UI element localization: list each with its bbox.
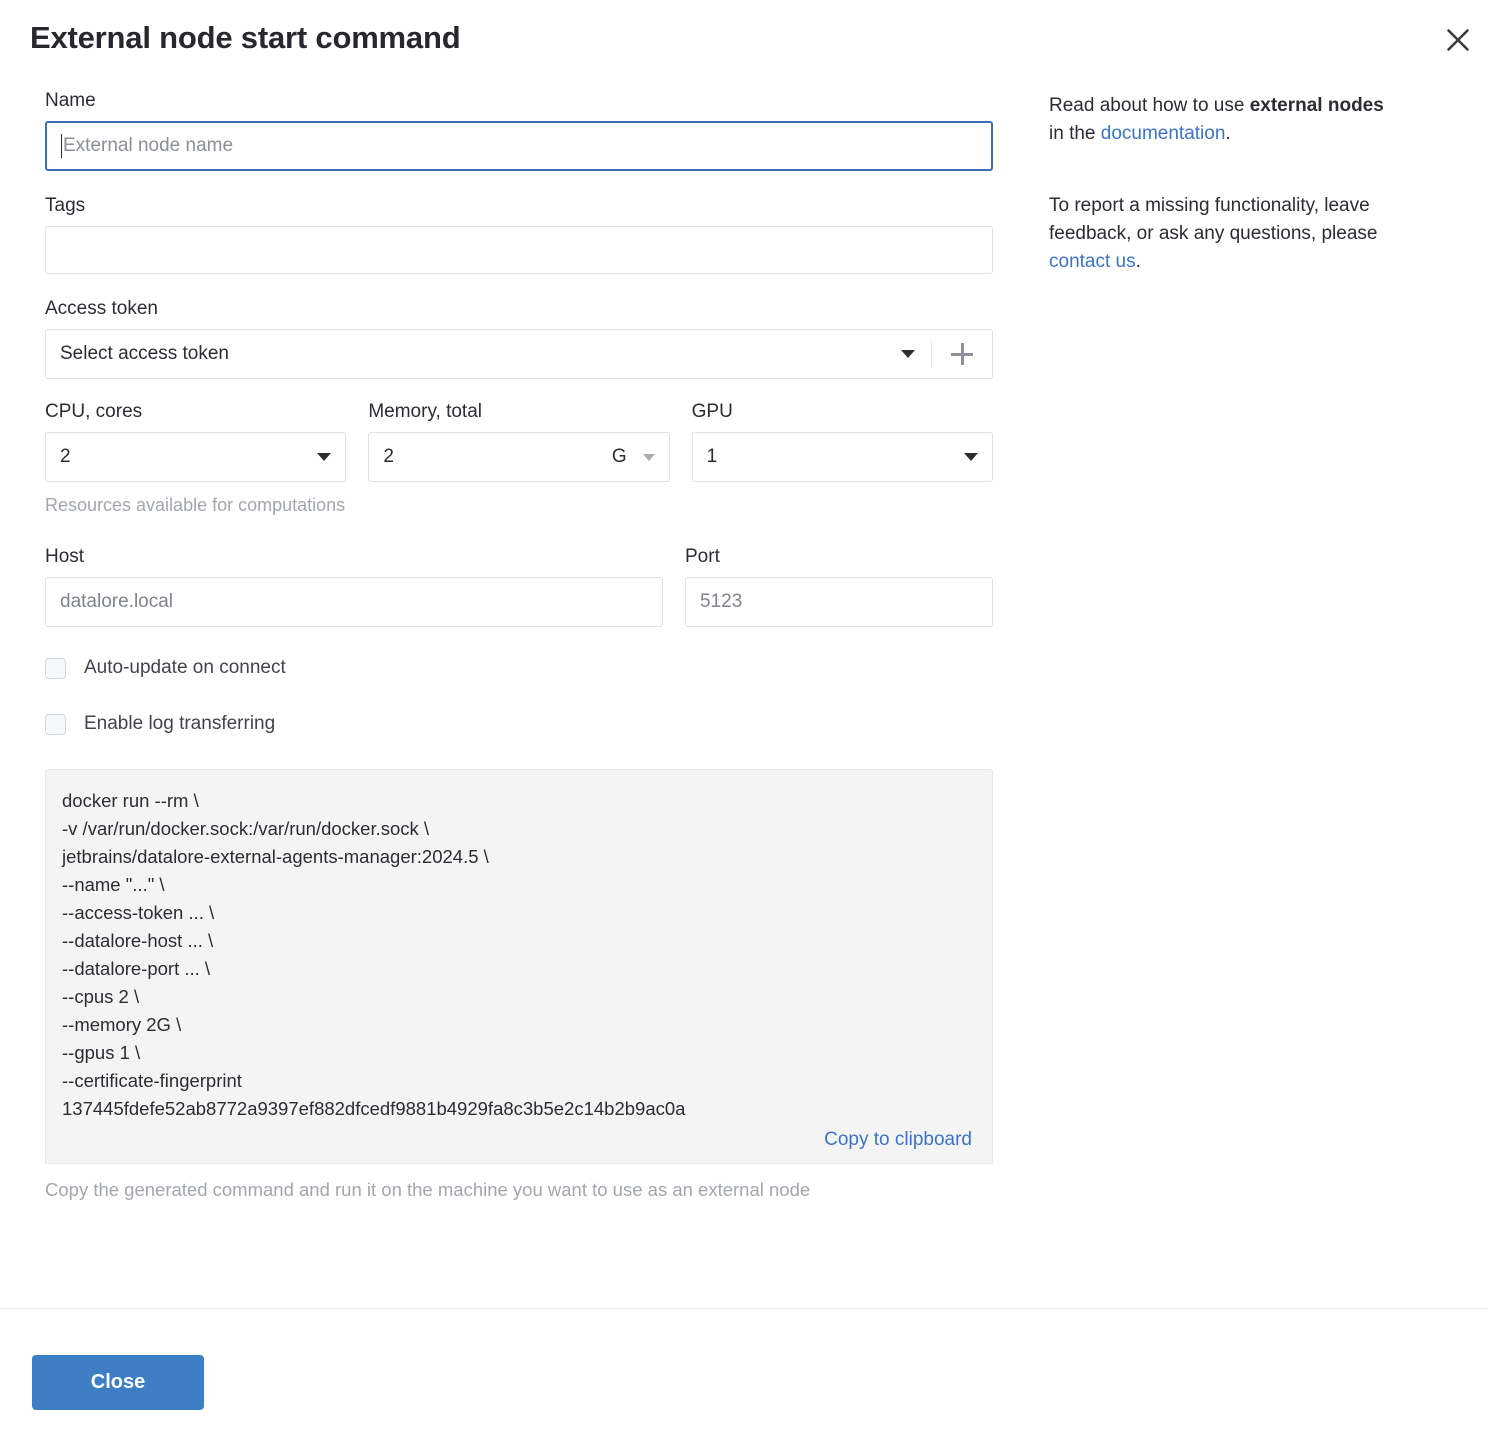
enable-logs-checkbox-row[interactable]: Enable log transferring bbox=[45, 709, 993, 739]
cpu-value: 2 bbox=[60, 446, 317, 468]
name-placeholder: External node name bbox=[63, 135, 233, 157]
close-button[interactable]: Close bbox=[32, 1355, 204, 1410]
access-token-value: Select access token bbox=[60, 343, 885, 365]
access-token-group: Access token Select access token bbox=[45, 298, 993, 379]
host-field-group: Host datalore.local bbox=[45, 546, 663, 627]
command-block: docker run --rm \-v /var/run/docker.sock… bbox=[45, 769, 993, 1164]
resources-row: CPU, cores 2 Memory, total 2 G GPU bbox=[45, 401, 993, 516]
chevron-down-icon[interactable] bbox=[964, 453, 978, 461]
chevron-down-icon[interactable] bbox=[885, 350, 931, 358]
access-token-select[interactable]: Select access token bbox=[45, 329, 993, 379]
port-value: 5123 bbox=[700, 591, 742, 613]
external-node-dialog: External node start command Name Externa… bbox=[0, 0, 1488, 1430]
cpu-select[interactable]: 2 bbox=[45, 432, 346, 482]
docs-text-bold: external nodes bbox=[1250, 95, 1384, 116]
tags-label: Tags bbox=[45, 195, 993, 217]
host-input[interactable]: datalore.local bbox=[45, 577, 663, 627]
docs-paragraph: Read about how to use external nodes in … bbox=[1049, 92, 1389, 148]
memory-label: Memory, total bbox=[368, 401, 669, 423]
port-input[interactable]: 5123 bbox=[685, 577, 993, 627]
name-input[interactable]: External node name bbox=[45, 121, 993, 171]
cpu-field-group: CPU, cores 2 bbox=[45, 401, 346, 482]
dialog-title: External node start command bbox=[30, 20, 460, 56]
auto-update-checkbox-row[interactable]: Auto-update on connect bbox=[45, 653, 993, 683]
command-line: --name "..." \ bbox=[62, 871, 974, 899]
contact-us-link[interactable]: contact us bbox=[1049, 251, 1136, 272]
enable-logs-label: Enable log transferring bbox=[84, 713, 275, 735]
command-line: --gpus 1 \ bbox=[62, 1039, 974, 1067]
command-line: --datalore-port ... \ bbox=[62, 955, 974, 983]
auto-update-label: Auto-update on connect bbox=[84, 657, 286, 679]
form-column: Name External node name Tags Access toke… bbox=[45, 90, 993, 1201]
memory-input[interactable]: 2 G bbox=[368, 432, 669, 482]
add-access-token-button[interactable] bbox=[932, 330, 992, 378]
docs-text-c: . bbox=[1225, 123, 1230, 144]
memory-field-group: Memory, total 2 G bbox=[368, 401, 669, 482]
documentation-link[interactable]: documentation bbox=[1101, 123, 1226, 144]
resources-hint: Resources available for computations bbox=[45, 495, 993, 516]
command-hint: Copy the generated command and run it on… bbox=[45, 1179, 993, 1201]
gpu-value: 1 bbox=[707, 446, 964, 468]
tags-field-group: Tags bbox=[45, 195, 993, 274]
plus-icon bbox=[951, 343, 973, 365]
gpu-select[interactable]: 1 bbox=[692, 432, 993, 482]
info-column: Read about how to use external nodes in … bbox=[1049, 92, 1389, 320]
command-section: docker run --rm \-v /var/run/docker.sock… bbox=[45, 769, 993, 1201]
port-label: Port bbox=[685, 546, 993, 568]
name-label: Name bbox=[45, 90, 993, 112]
docs-text-b: in the bbox=[1049, 123, 1101, 144]
command-line: docker run --rm \ bbox=[62, 787, 974, 815]
docs-text-a: Read about how to use bbox=[1049, 95, 1250, 116]
chevron-down-icon[interactable] bbox=[643, 454, 655, 461]
name-field-group: Name External node name bbox=[45, 90, 993, 171]
command-line: 137445fdefe52ab8772a9397ef882dfcedf9881b… bbox=[62, 1095, 974, 1123]
command-line: --memory 2G \ bbox=[62, 1011, 974, 1039]
host-value: datalore.local bbox=[60, 591, 173, 613]
command-line: jetbrains/datalore-external-agents-manag… bbox=[62, 843, 974, 871]
gpu-field-group: GPU 1 bbox=[692, 401, 993, 482]
text-cursor bbox=[61, 134, 62, 158]
tags-input[interactable] bbox=[45, 226, 993, 274]
command-line: -v /var/run/docker.sock:/var/run/docker.… bbox=[62, 815, 974, 843]
feedback-text-a: To report a missing functionality, leave… bbox=[1049, 195, 1377, 244]
host-port-row: Host datalore.local Port 5123 bbox=[45, 546, 993, 627]
command-line: --datalore-host ... \ bbox=[62, 927, 974, 955]
cpu-label: CPU, cores bbox=[45, 401, 346, 423]
footer-divider bbox=[0, 1308, 1488, 1309]
port-field-group: Port 5123 bbox=[685, 546, 993, 627]
chevron-down-icon[interactable] bbox=[317, 453, 331, 461]
command-line: --cpus 2 \ bbox=[62, 983, 974, 1011]
command-text: docker run --rm \-v /var/run/docker.sock… bbox=[62, 787, 974, 1123]
enable-logs-checkbox[interactable] bbox=[45, 714, 66, 735]
host-label: Host bbox=[45, 546, 663, 568]
feedback-paragraph: To report a missing functionality, leave… bbox=[1049, 192, 1389, 276]
feedback-text-b: . bbox=[1136, 251, 1141, 272]
command-line: --access-token ... \ bbox=[62, 899, 974, 927]
memory-value: 2 bbox=[383, 446, 612, 468]
auto-update-checkbox[interactable] bbox=[45, 658, 66, 679]
command-line: --certificate-fingerprint bbox=[62, 1067, 974, 1095]
memory-unit: G bbox=[612, 446, 627, 468]
access-token-label: Access token bbox=[45, 298, 993, 320]
copy-to-clipboard-link[interactable]: Copy to clipboard bbox=[62, 1129, 974, 1151]
close-icon[interactable] bbox=[1436, 18, 1480, 62]
gpu-label: GPU bbox=[692, 401, 993, 423]
